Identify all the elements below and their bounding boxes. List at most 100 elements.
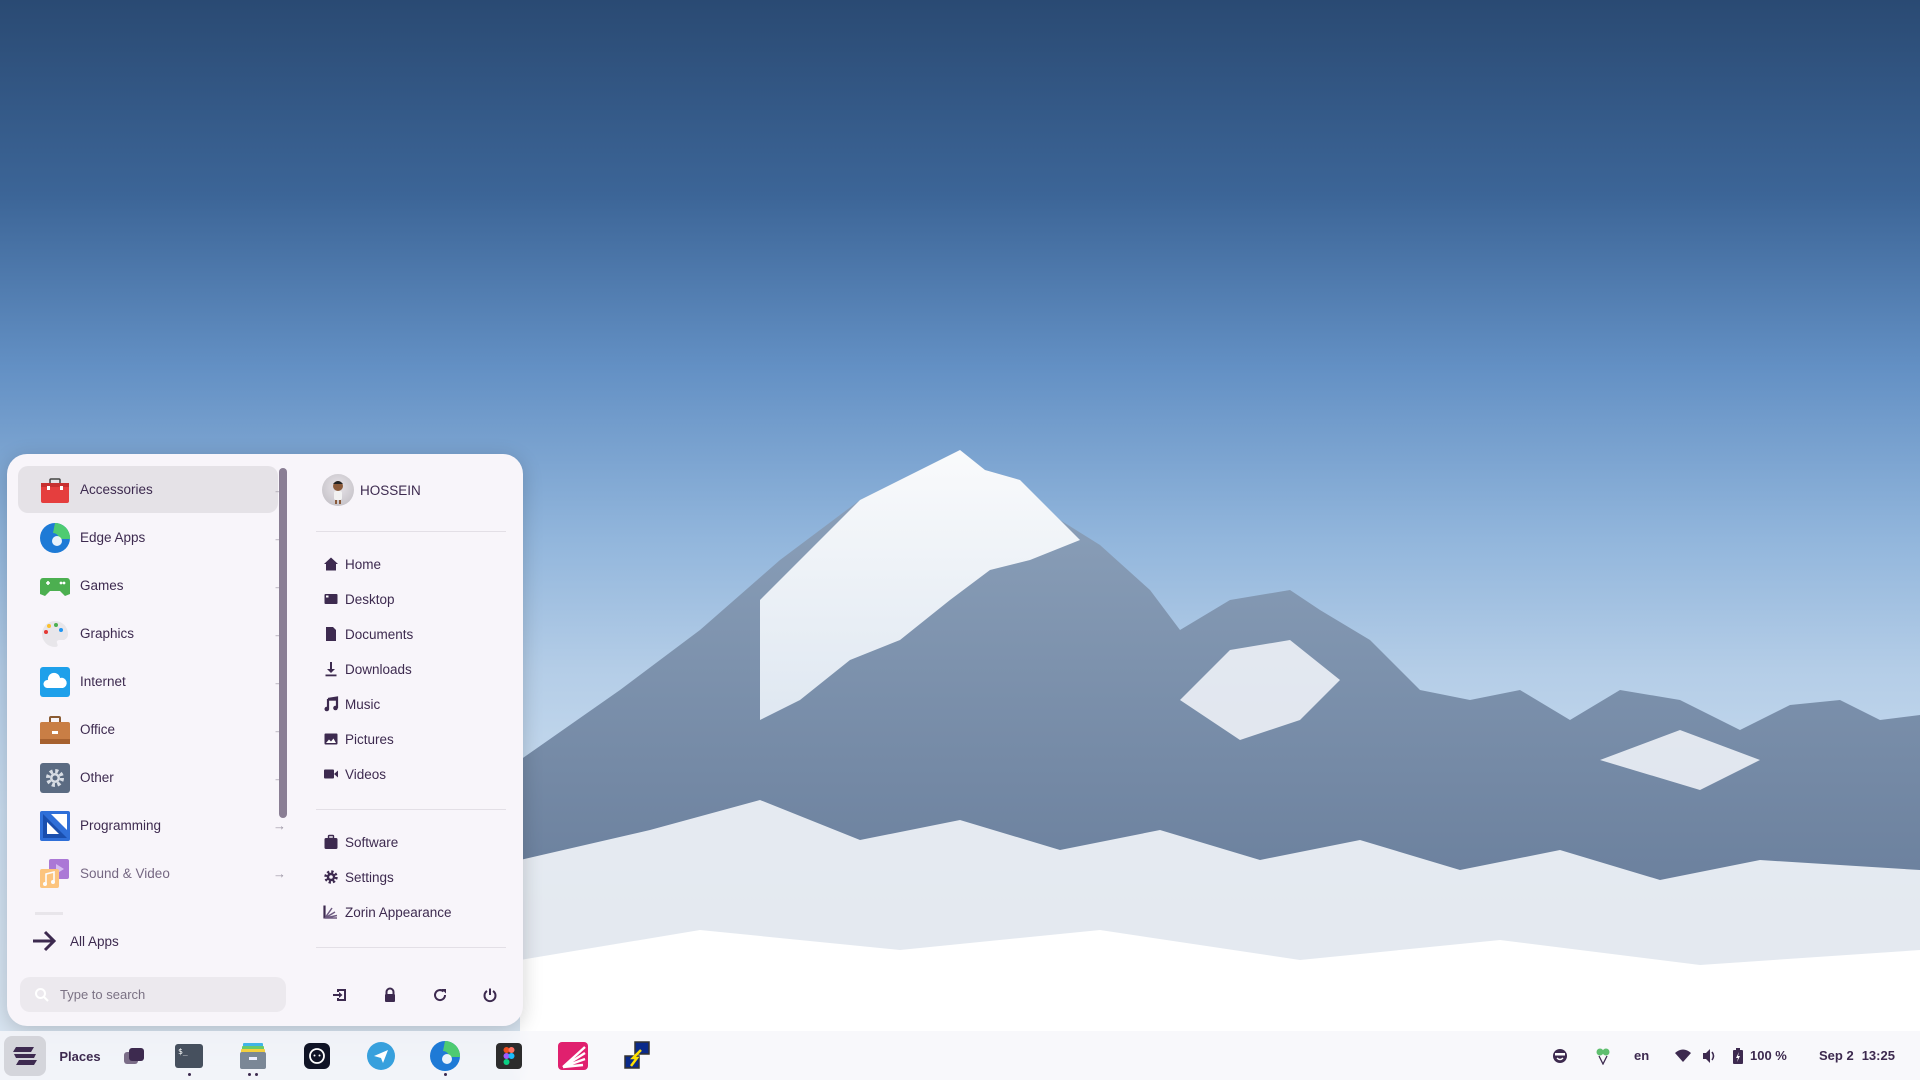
edge-icon bbox=[430, 1041, 461, 1071]
home-icon bbox=[323, 556, 339, 572]
category-label: Programming bbox=[80, 818, 162, 833]
svg-text:$_: $_ bbox=[178, 1047, 188, 1056]
clock[interactable]: Sep 2 13:25 bbox=[1819, 1031, 1895, 1080]
category-label: Accessories bbox=[80, 482, 153, 497]
category-label: Edge Apps bbox=[80, 530, 146, 545]
video-icon bbox=[323, 766, 339, 782]
files-icon bbox=[240, 1043, 266, 1069]
wifi-status[interactable] bbox=[1674, 1031, 1692, 1080]
place-home[interactable]: Home bbox=[323, 552, 381, 576]
taskbar: Places $_ en 100 % Sep 2 13:25 bbox=[0, 1031, 1920, 1080]
taskbar-app-zorin-appearance[interactable] bbox=[555, 1036, 591, 1076]
download-icon bbox=[323, 661, 339, 677]
edge-icon bbox=[39, 522, 71, 554]
appearance-icon bbox=[323, 904, 339, 920]
power-off-button[interactable] bbox=[477, 982, 503, 1008]
category-sound-video[interactable]: Sound & Video → bbox=[18, 850, 286, 897]
palette-icon bbox=[39, 618, 71, 650]
picture-icon bbox=[323, 731, 339, 747]
category-edge-apps[interactable]: Edge Apps→ bbox=[18, 514, 286, 561]
divider bbox=[316, 809, 506, 810]
taskbar-app-files[interactable] bbox=[236, 1036, 270, 1076]
power-icon bbox=[483, 988, 497, 1003]
category-accessories[interactable]: Accessories→ bbox=[18, 466, 286, 513]
tray-extension-icon[interactable] bbox=[1552, 1031, 1568, 1080]
running-indicator bbox=[188, 1073, 191, 1076]
category-label: Games bbox=[80, 578, 124, 593]
zorin-menu-button[interactable] bbox=[4, 1036, 46, 1076]
place-label: Pictures bbox=[345, 731, 394, 747]
figma-icon bbox=[496, 1043, 522, 1069]
terminal-icon: $_ bbox=[175, 1044, 203, 1068]
avatar bbox=[322, 474, 354, 506]
set-square-icon bbox=[39, 810, 71, 842]
place-videos[interactable]: Videos bbox=[323, 762, 386, 786]
category-office[interactable]: Office→ bbox=[18, 706, 286, 753]
category-games[interactable]: Games→ bbox=[18, 562, 286, 609]
place-documents[interactable]: Documents bbox=[323, 622, 413, 646]
taskbar-app-terminal[interactable]: $_ bbox=[172, 1036, 206, 1076]
taskbar-app-figma[interactable] bbox=[492, 1036, 526, 1076]
place-label: Desktop bbox=[345, 591, 395, 607]
place-label: Videos bbox=[345, 766, 387, 782]
running-indicator bbox=[444, 1073, 447, 1076]
place-pictures[interactable]: Pictures bbox=[323, 727, 394, 751]
log-out-button[interactable] bbox=[327, 982, 353, 1008]
briefcase-icon bbox=[39, 714, 71, 746]
category-scrollbar[interactable] bbox=[279, 468, 287, 818]
system-zorin-appearance[interactable]: Zorin Appearance bbox=[323, 900, 452, 924]
zorin-appearance-icon bbox=[558, 1042, 588, 1070]
lock-button[interactable] bbox=[377, 982, 403, 1008]
language-indicator[interactable]: en bbox=[1634, 1031, 1649, 1080]
place-music[interactable]: Music bbox=[323, 692, 380, 716]
system-software[interactable]: Software bbox=[323, 830, 398, 854]
system-settings[interactable]: Settings bbox=[323, 865, 394, 889]
place-label: Documents bbox=[345, 626, 414, 642]
system-label: Settings bbox=[345, 869, 394, 885]
time-label: 13:25 bbox=[1861, 1048, 1895, 1063]
document-icon bbox=[323, 626, 339, 642]
category-programming[interactable]: Programming → bbox=[18, 802, 286, 849]
places-menu-button[interactable]: Places bbox=[58, 1036, 102, 1076]
search-box[interactable] bbox=[20, 977, 286, 1012]
battery-percent: 100 % bbox=[1750, 1048, 1787, 1063]
desktop-icon bbox=[323, 591, 339, 607]
battery-charging-icon bbox=[1733, 1047, 1743, 1064]
restart-button[interactable] bbox=[427, 982, 453, 1008]
all-apps-label: All Apps bbox=[70, 933, 119, 949]
arrow-right-icon: → bbox=[273, 866, 286, 881]
category-label: Internet bbox=[80, 674, 126, 689]
taskbar-app-edge[interactable] bbox=[428, 1036, 462, 1076]
category-internet[interactable]: Internet→ bbox=[18, 658, 286, 705]
place-label: Downloads bbox=[345, 661, 412, 677]
taskbar-app-telegram[interactable] bbox=[364, 1036, 398, 1076]
divider bbox=[316, 947, 506, 948]
telegram-icon bbox=[367, 1042, 395, 1070]
running-indicator bbox=[248, 1073, 251, 1076]
music-video-icon bbox=[39, 858, 71, 890]
taskbar-app-chatgpt[interactable] bbox=[300, 1036, 334, 1076]
divider bbox=[316, 531, 506, 532]
category-graphics[interactable]: Graphics→ bbox=[18, 610, 286, 657]
taskbar-app-remote-desktop[interactable] bbox=[619, 1036, 655, 1076]
volume-status[interactable] bbox=[1702, 1031, 1718, 1080]
category-other[interactable]: Other→ bbox=[18, 754, 286, 801]
all-apps-button[interactable]: All Apps bbox=[32, 926, 119, 956]
user-account[interactable]: HOSSEIN bbox=[322, 474, 421, 506]
arrow-right-icon bbox=[33, 930, 57, 952]
system-label: Zorin Appearance bbox=[345, 904, 452, 920]
battery-status[interactable]: 100 % bbox=[1733, 1031, 1787, 1080]
place-desktop[interactable]: Desktop bbox=[323, 587, 395, 611]
category-label: Sound & Video bbox=[80, 866, 170, 881]
place-label: Home bbox=[345, 556, 382, 572]
date-label: Sep 2 bbox=[1819, 1048, 1854, 1063]
user-name: HOSSEIN bbox=[360, 482, 421, 498]
place-downloads[interactable]: Downloads bbox=[323, 657, 412, 681]
restart-icon bbox=[434, 989, 447, 1002]
taskbar-app-workspaces[interactable] bbox=[118, 1036, 150, 1076]
toolbox-icon bbox=[39, 474, 71, 506]
gamepad-icon bbox=[39, 570, 71, 602]
search-input[interactable] bbox=[60, 987, 280, 1002]
tray-connect-icon[interactable] bbox=[1595, 1031, 1611, 1080]
software-bag-icon bbox=[323, 834, 339, 850]
